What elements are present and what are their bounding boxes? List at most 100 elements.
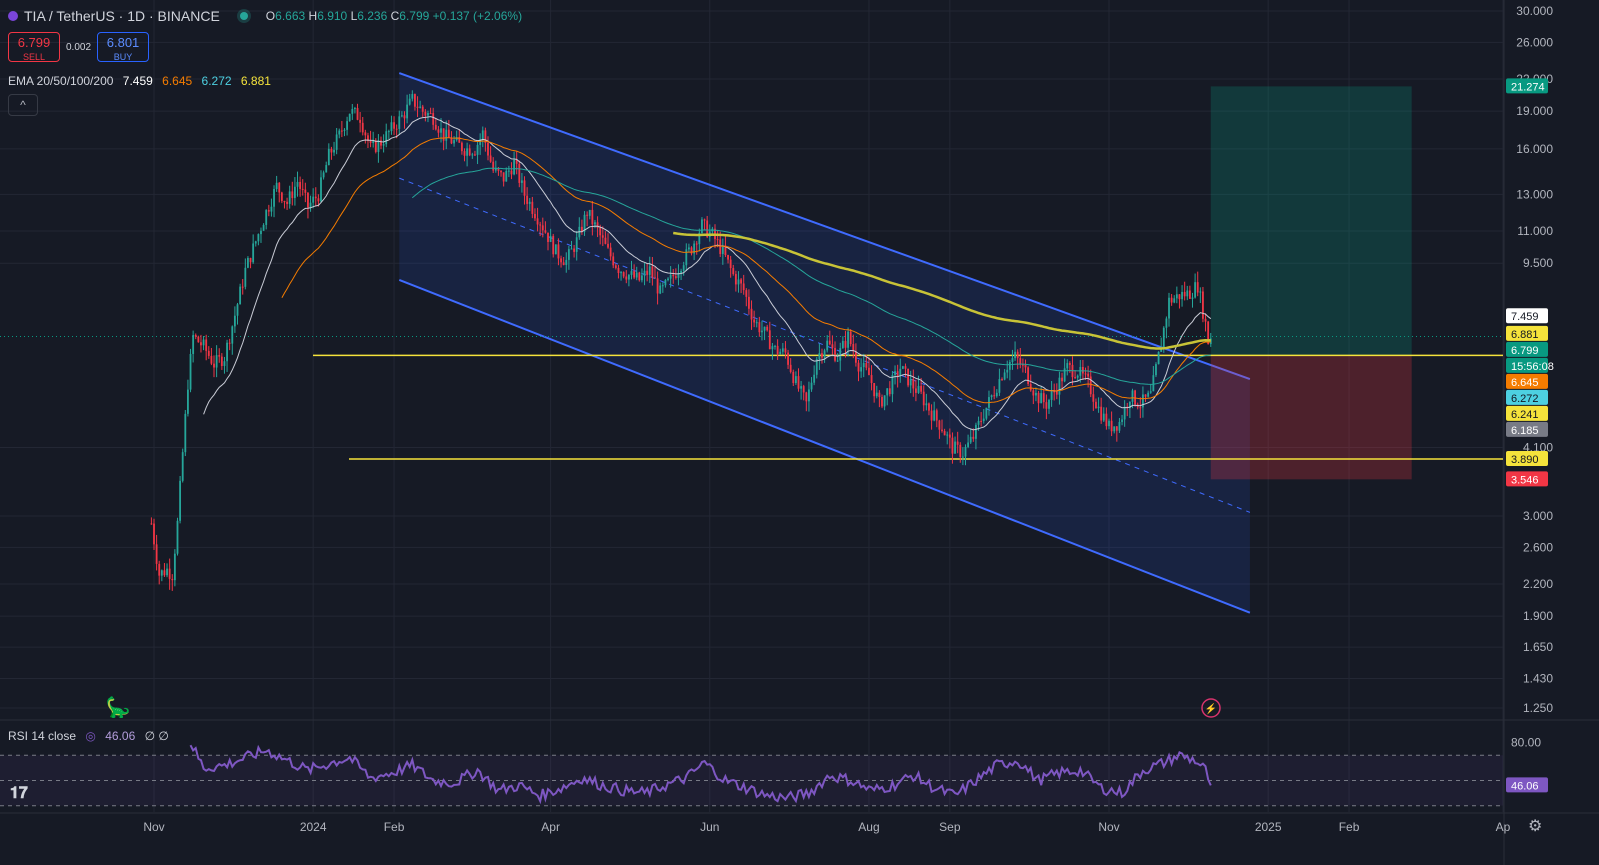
candle-body: [427, 113, 429, 116]
symbol-title[interactable]: TIA / TetherUS · 1D · BINANCE: [24, 8, 220, 24]
rsi-axis-tick-label: 80.00: [1511, 736, 1541, 750]
candle-body: [935, 410, 938, 421]
candle-body: [763, 326, 766, 331]
spread-value: 0.002: [66, 41, 92, 53]
sell-button[interactable]: 6.799 SELL: [8, 32, 60, 62]
candle-body: [742, 283, 745, 291]
high-value: 6.910: [317, 9, 348, 23]
candle-body: [213, 363, 215, 368]
candle-body: [831, 344, 834, 348]
candle-body: [745, 290, 748, 297]
rsi-value-badge-text: 46.06: [1511, 780, 1539, 792]
long-position-stop-zone[interactable]: [1210, 355, 1412, 480]
candle-body: [552, 235, 555, 255]
candle-body: [625, 276, 628, 280]
gear-icon[interactable]: ⚙: [1528, 816, 1542, 836]
candle-body: [241, 286, 244, 288]
candle-body: [228, 342, 231, 344]
candle-body: [982, 418, 985, 422]
candle-body: [301, 188, 304, 190]
candle-body: [800, 386, 803, 389]
candle-body: [682, 265, 685, 271]
candle-body: [1014, 351, 1016, 359]
candle-body: [643, 270, 646, 276]
candle-body: [1170, 297, 1173, 303]
candle-body: [614, 265, 617, 268]
price-axis-tick-label: 30.000: [1516, 4, 1553, 18]
candle-body: [181, 452, 184, 481]
candle-body: [912, 378, 915, 389]
candle-body: [189, 353, 192, 390]
candle-body: [766, 326, 769, 331]
price-label-text: 3.890: [1511, 454, 1539, 466]
candle-body: [1105, 413, 1108, 427]
candle-body: [789, 364, 792, 372]
ema-legend[interactable]: EMA 20/50/100/200 7.459 6.645 6.272 6.88…: [8, 74, 271, 88]
candle-body: [273, 188, 275, 207]
candle-body: [695, 243, 698, 245]
candle-body: [907, 368, 909, 386]
candle-body: [1063, 368, 1066, 382]
candle-body: [1032, 390, 1035, 396]
candle-body: [346, 121, 349, 130]
price-label-text: 6.272: [1511, 393, 1539, 405]
price-chart[interactable]: 30.00026.00022.00019.00016.00013.00011.0…: [0, 0, 1599, 865]
candle-body: [220, 356, 223, 367]
candle-body: [776, 345, 779, 354]
price-label-text: 6.185: [1511, 425, 1539, 437]
candle-body: [369, 141, 372, 144]
candle-body: [1076, 375, 1079, 378]
candle-body: [400, 115, 403, 117]
candle-body: [202, 339, 205, 346]
candle-body: [1147, 392, 1150, 397]
buy-button[interactable]: 6.801 BUY: [97, 32, 150, 62]
candle-body: [784, 348, 787, 353]
candle-body: [993, 395, 996, 397]
candle-body: [544, 230, 547, 233]
candle-body: [1178, 294, 1181, 300]
candle-body: [620, 272, 622, 274]
candle-body: [549, 235, 552, 242]
candle-body: [327, 148, 330, 166]
candle-body: [998, 379, 1001, 393]
candle-body: [239, 286, 242, 305]
candle-body: [779, 351, 782, 354]
candle-body: [888, 388, 891, 395]
open-value: 6.663: [275, 9, 306, 23]
open-label: O: [265, 9, 276, 23]
candle-body: [609, 247, 612, 257]
candle-body: [262, 224, 265, 231]
candle-body: [453, 140, 455, 144]
candle-body: [1050, 391, 1053, 400]
candle-body: [207, 350, 210, 356]
candle-body: [920, 385, 923, 392]
chevron-up-icon[interactable]: ^: [8, 94, 38, 116]
candle-body: [1053, 391, 1056, 393]
candle-body: [440, 128, 442, 133]
candle-body: [254, 241, 257, 244]
candle-body: [1024, 364, 1027, 368]
candle-body: [429, 113, 432, 115]
candle-body: [734, 273, 737, 285]
candle-body: [554, 244, 557, 255]
candle-body: [283, 201, 286, 203]
candle-body: [226, 342, 228, 362]
buy-price: 6.801: [106, 35, 140, 50]
candle-body: [701, 219, 703, 233]
candle-body: [194, 334, 197, 337]
candle-body: [421, 106, 424, 112]
candle-body: [841, 340, 844, 349]
candle-body: [507, 170, 510, 172]
candle-body: [1048, 399, 1050, 409]
tradingview-logo-icon[interactable]: 𝟏𝟕: [10, 783, 28, 803]
chart-stage[interactable]: 30.00026.00022.00019.00016.00013.00011.0…: [0, 0, 1599, 865]
long-position-target-zone[interactable]: [1210, 86, 1412, 356]
candle-body: [267, 210, 270, 212]
rsi-legend[interactable]: RSI 14 close ◎ 46.06 ∅ ∅: [8, 729, 169, 743]
candle-body: [901, 366, 904, 369]
candle-body: [1131, 390, 1134, 402]
candle-body: [737, 279, 740, 285]
candle-body: [967, 442, 970, 447]
candle-body: [617, 267, 620, 274]
time-axis-tick-label: Feb: [384, 820, 405, 834]
